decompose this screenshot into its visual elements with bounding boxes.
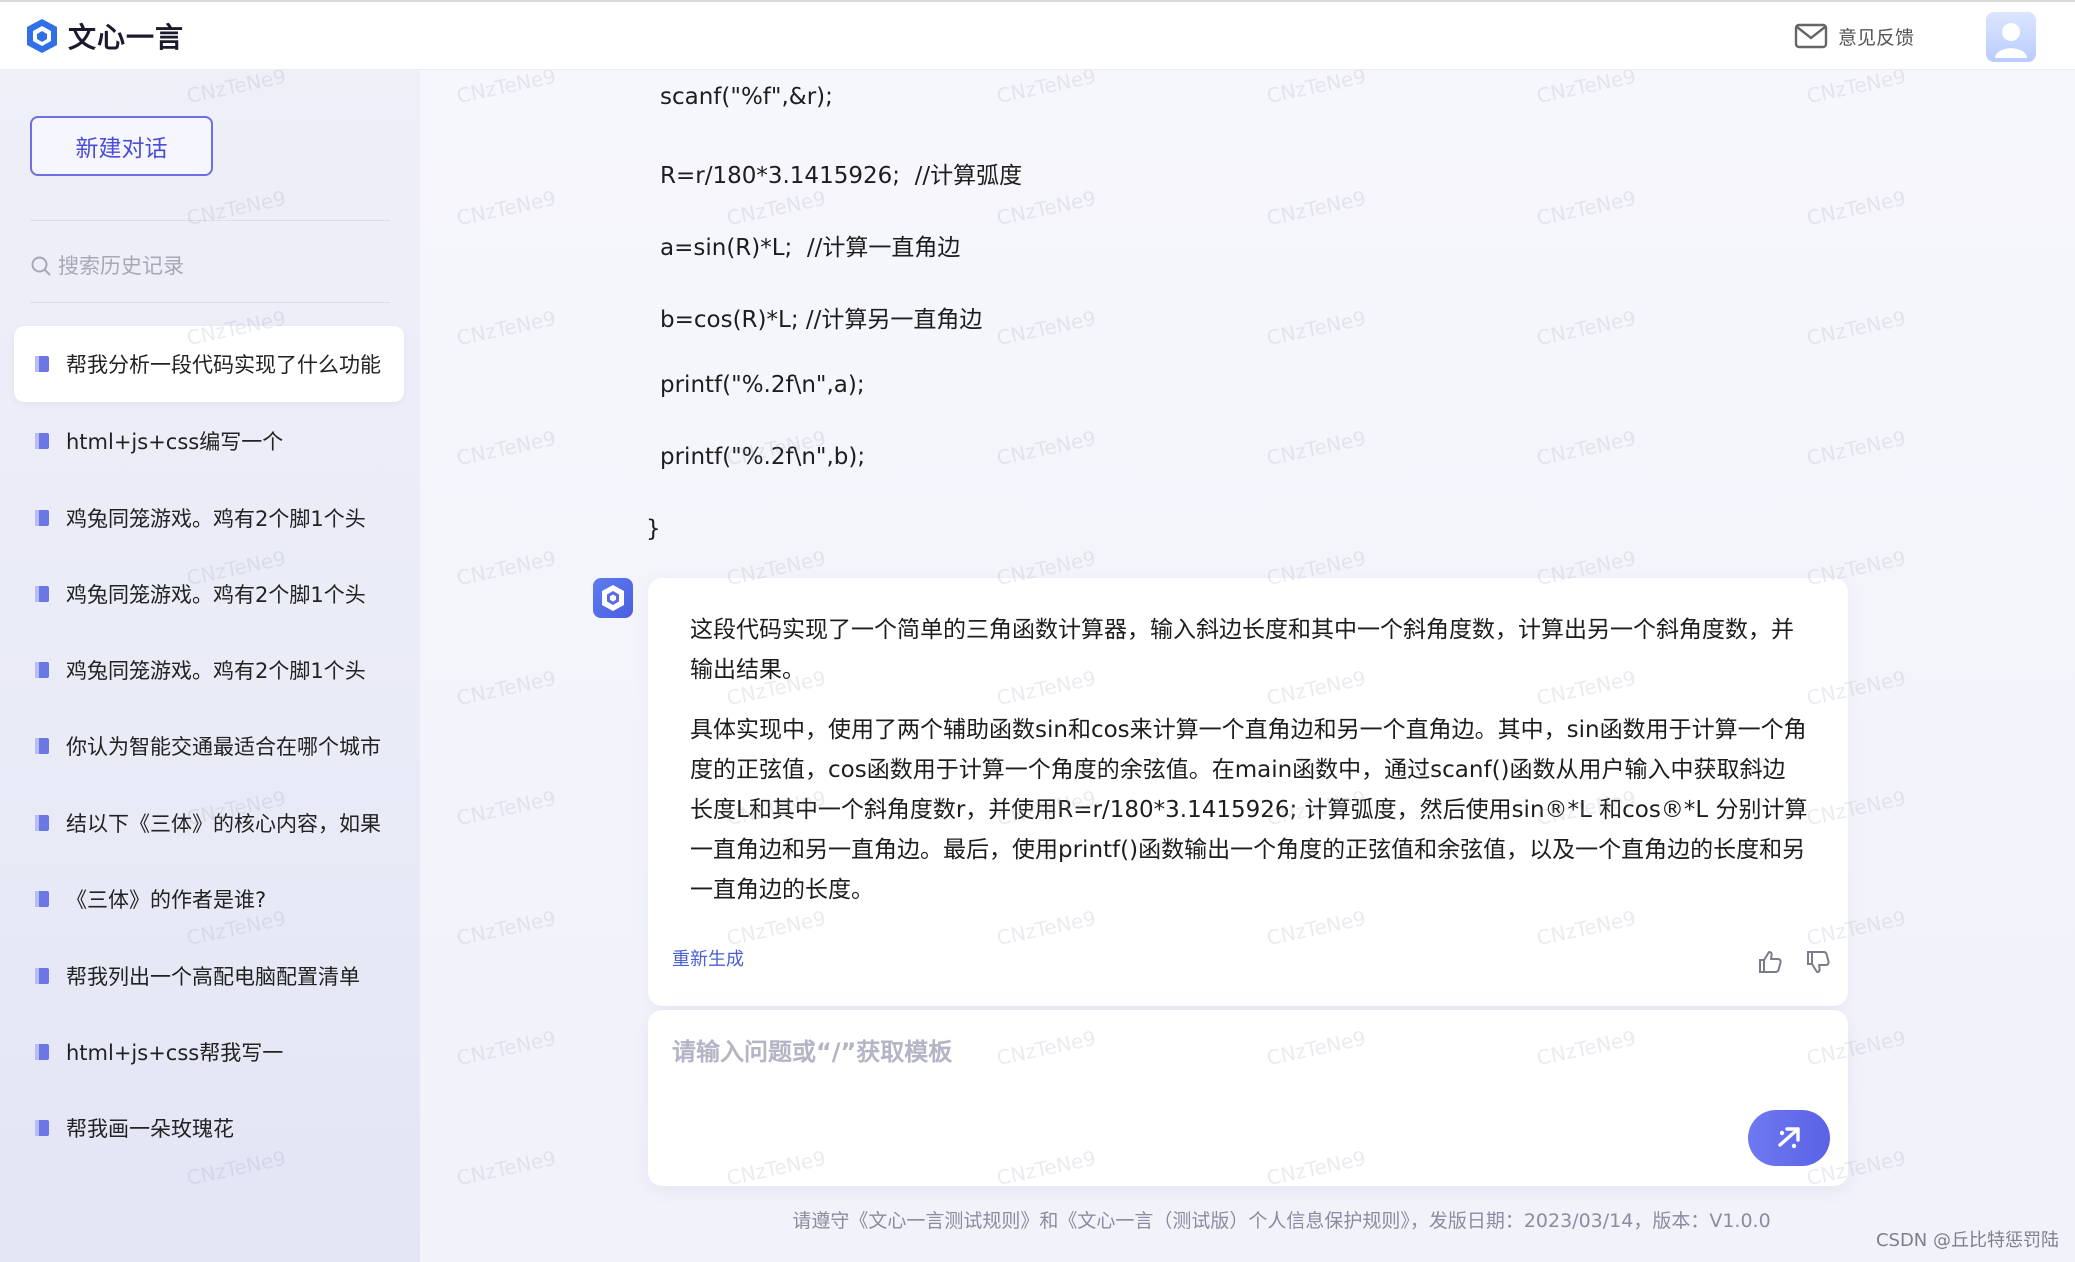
- logo-text: 文心一言: [68, 21, 185, 54]
- footer-note: 请遵守《文心一言测试规则》和《文心一言（测试版）个人信息保护规则》，发版日期：2…: [792, 1210, 1771, 1232]
- chat-book-icon: [35, 510, 49, 526]
- answer-card: 这段代码实现了一个简单的三角函数计算器，输入斜边长度和其中一个斜角度数，计算出另…: [648, 578, 1848, 1006]
- sidebar-divider: [30, 302, 390, 303]
- history-item-label: 你认为智能交通最适合在哪个城市: [66, 735, 381, 759]
- history-item[interactable]: html+js+css帮我写一: [14, 1014, 404, 1090]
- send-button[interactable]: [1748, 1110, 1830, 1166]
- history-item-label: html+js+css编写一个: [66, 430, 284, 454]
- chat-book-icon: [35, 1044, 49, 1060]
- send-icon: [1778, 1127, 1800, 1149]
- new-chat-button[interactable]: 新建对话: [30, 116, 213, 176]
- chat-main: scanf("%f",&r); R=r/180*3.1415926; //计算弧…: [420, 70, 2075, 1262]
- history-item[interactable]: 你认为智能交通最适合在哪个城市: [14, 708, 404, 784]
- history-item-label: 结以下《三体》的核心内容，如果: [66, 812, 381, 836]
- code-line: printf("%.2f\n",b);: [660, 444, 866, 470]
- history-item-label: 帮我画一朵玫瑰花: [66, 1117, 234, 1141]
- code-line: printf("%.2f\n",a);: [660, 372, 865, 398]
- wenxin-bot-icon: [602, 585, 624, 611]
- feedback-button[interactable]: 意见反馈: [1794, 22, 1914, 50]
- chat-book-icon: [35, 738, 49, 754]
- chat-book-icon: [35, 815, 49, 831]
- history-item[interactable]: 帮我分析一段代码实现了什么功能: [14, 326, 404, 402]
- user-icon: [1995, 23, 2027, 58]
- answer-paragraph: 这段代码实现了一个简单的三角函数计算器，输入斜边长度和其中一个斜角度数，计算出另…: [690, 617, 1794, 683]
- history-item[interactable]: 鸡兔同笼游戏。鸡有2个脚1个头: [14, 480, 404, 556]
- history-item[interactable]: html+js+css编写一个: [14, 403, 404, 479]
- csdn-watermark: CSDN @丘比特惩罚陆: [1875, 1230, 2059, 1251]
- history-item[interactable]: 鸡兔同笼游戏。鸡有2个脚1个头: [14, 556, 404, 632]
- chat-book-icon: [35, 891, 49, 907]
- history-item-label: 帮我分析一段代码实现了什么功能: [66, 353, 381, 377]
- chat-book-icon: [35, 1120, 49, 1136]
- sidebar: 新建对话 帮我分析一段代码实现了什么功能 html+js+css编写一个 鸡兔同…: [0, 70, 420, 1262]
- history-item-label: 鸡兔同笼游戏。鸡有2个脚1个头: [66, 659, 366, 683]
- code-line: scanf("%f",&r);: [660, 84, 833, 110]
- history-search-input[interactable]: [58, 254, 378, 278]
- top-header: 文心一言 意见反馈: [0, 0, 2075, 70]
- history-search: [30, 246, 390, 286]
- chat-book-icon: [35, 356, 49, 372]
- history-item[interactable]: 鸡兔同笼游戏。鸡有2个脚1个头: [14, 632, 404, 708]
- chat-book-icon: [35, 662, 49, 678]
- bot-avatar: [593, 578, 633, 618]
- search-icon: [31, 256, 51, 276]
- history-item[interactable]: 帮我列出一个高配电脑配置清单: [14, 938, 404, 1014]
- wenxin-logo-icon: [27, 19, 57, 53]
- history-item-label: 《三体》的作者是谁?: [66, 888, 267, 912]
- history-item[interactable]: 《三体》的作者是谁?: [14, 861, 404, 937]
- user-avatar[interactable]: [1986, 12, 2036, 62]
- history-item-label: html+js+css帮我写一: [66, 1041, 284, 1065]
- history-item-label: 鸡兔同笼游戏。鸡有2个脚1个头: [66, 583, 366, 607]
- regenerate-button[interactable]: 重新生成: [672, 945, 744, 971]
- code-line: }: [646, 516, 661, 542]
- code-line: R=r/180*3.1415926; //计算弧度: [660, 163, 1023, 189]
- code-line: b=cos(R)*L; //计算另一直角边: [660, 307, 983, 333]
- app-logo[interactable]: 文心一言: [24, 16, 184, 56]
- thumbs-down-icon[interactable]: [1804, 948, 1832, 976]
- chat-book-icon: [35, 968, 49, 984]
- history-item-label: 鸡兔同笼游戏。鸡有2个脚1个头: [66, 507, 366, 531]
- chat-book-icon: [35, 433, 49, 449]
- history-item[interactable]: 结以下《三体》的核心内容，如果: [14, 785, 404, 861]
- history-item[interactable]: 帮我画一朵玫瑰花: [14, 1090, 404, 1166]
- prompt-input-card: [648, 1010, 1848, 1186]
- feedback-label: 意见反馈: [1838, 26, 1915, 49]
- mail-icon: [1794, 23, 1828, 49]
- code-line: a=sin(R)*L; //计算一直角边: [660, 235, 961, 261]
- sidebar-divider: [30, 220, 390, 221]
- history-item-label: 帮我列出一个高配电脑配置清单: [66, 965, 360, 989]
- answer-paragraph: 具体实现中，使用了两个辅助函数sin和cos来计算一个直角边和另一个直角边。其中…: [690, 717, 1808, 903]
- chat-book-icon: [35, 586, 49, 602]
- thumbs-up-icon[interactable]: [1756, 948, 1784, 976]
- prompt-input[interactable]: [672, 1032, 1732, 1152]
